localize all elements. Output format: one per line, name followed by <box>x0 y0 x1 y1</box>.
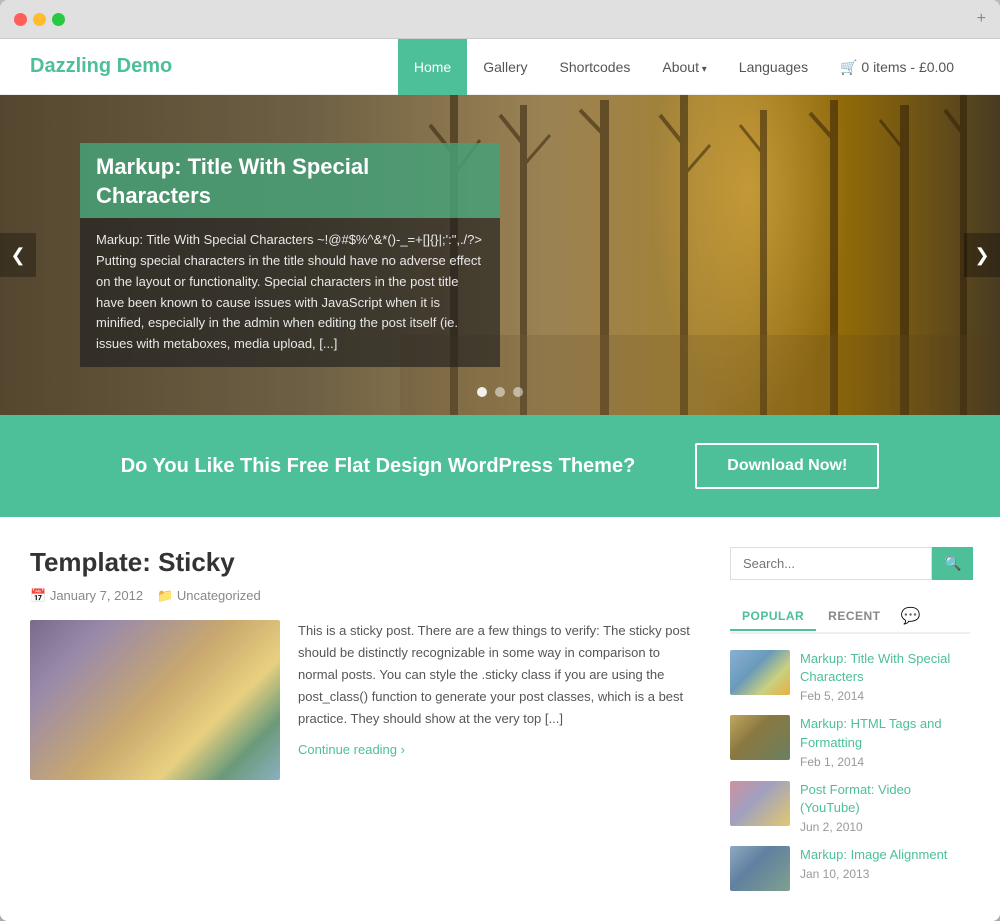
post-meta-category: 📁 Uncategorized <box>157 588 261 604</box>
comments-icon[interactable]: 💬 <box>893 600 929 632</box>
calendar-icon: 📅 <box>30 588 46 603</box>
sidebar-post-date-1: Feb 5, 2014 <box>800 689 970 703</box>
sidebar-post-date-4: Jan 10, 2013 <box>800 867 970 881</box>
site: Dazzling Demo Home Gallery Shortcodes Ab… <box>0 39 1000 921</box>
sidebar-post-date-2: Feb 1, 2014 <box>800 755 970 769</box>
browser-window: + Dazzling Demo Home Gallery Shortcodes … <box>0 0 1000 921</box>
hero-dot-3[interactable] <box>513 387 523 397</box>
nav-item-languages[interactable]: Languages <box>723 39 824 95</box>
content-area: Template: Sticky 📅 January 7, 2012 📁 Unc… <box>30 547 700 891</box>
tab-popular[interactable]: POPULAR <box>730 603 816 631</box>
search-input[interactable] <box>730 547 932 580</box>
sidebar-posts-list: Markup: Title With Special Characters Fe… <box>730 650 970 891</box>
site-logo[interactable]: Dazzling Demo <box>30 55 398 78</box>
post-body: This is a sticky post. There are a few t… <box>30 620 700 780</box>
sidebar-post-info-3: Post Format: Video (YouTube) Jun 2, 2010 <box>800 781 970 834</box>
post-excerpt: This is a sticky post. There are a few t… <box>298 620 700 730</box>
sidebar-post-info-4: Markup: Image Alignment Jan 10, 2013 <box>800 846 970 881</box>
nav-item-shortcodes[interactable]: Shortcodes <box>544 39 647 95</box>
post-thumbnail-image <box>30 620 280 780</box>
post-date: January 7, 2012 <box>50 588 143 603</box>
continue-reading-link[interactable]: Continue reading <box>298 742 405 757</box>
sidebar-post-title-4[interactable]: Markup: Image Alignment <box>800 846 970 864</box>
sidebar: 🔍 POPULAR RECENT 💬 Markup: Title With Sp… <box>730 547 970 891</box>
sidebar-post-thumb-1 <box>730 650 790 695</box>
search-box: 🔍 <box>730 547 970 580</box>
main-content: Template: Sticky 📅 January 7, 2012 📁 Unc… <box>0 517 1000 921</box>
cta-band: Do You Like This Free Flat Design WordPr… <box>0 415 1000 517</box>
dot-yellow[interactable] <box>33 13 46 26</box>
sidebar-post-thumb-2 <box>730 715 790 760</box>
hero-title: Markup: Title With Special Characters <box>96 153 484 210</box>
sidebar-post-3: Post Format: Video (YouTube) Jun 2, 2010 <box>730 781 970 834</box>
sidebar-post-title-1[interactable]: Markup: Title With Special Characters <box>800 650 970 686</box>
hero-dots <box>477 387 523 397</box>
sidebar-post-4: Markup: Image Alignment Jan 10, 2013 <box>730 846 970 891</box>
hero-slider: Markup: Title With Special Characters Ma… <box>0 95 1000 415</box>
hero-title-box: Markup: Title With Special Characters <box>80 143 500 218</box>
browser-plus-icon[interactable]: + <box>977 10 986 28</box>
sidebar-thumb-image-3 <box>730 781 790 826</box>
sidebar-post-thumb-4 <box>730 846 790 891</box>
hero-next-button[interactable]: ❯ <box>964 233 1000 277</box>
search-button[interactable]: 🔍 <box>932 547 973 580</box>
sidebar-post-info-2: Markup: HTML Tags and Formatting Feb 1, … <box>800 715 970 768</box>
sidebar-post-thumb-3 <box>730 781 790 826</box>
sidebar-tabs-bar: POPULAR RECENT 💬 <box>730 600 970 634</box>
nav-item-home[interactable]: Home <box>398 39 467 95</box>
download-now-button[interactable]: Download Now! <box>695 443 879 489</box>
sidebar-post-info-1: Markup: Title With Special Characters Fe… <box>800 650 970 703</box>
sticky-post: Template: Sticky 📅 January 7, 2012 📁 Unc… <box>30 547 700 780</box>
site-header: Dazzling Demo Home Gallery Shortcodes Ab… <box>0 39 1000 95</box>
hero-text: Markup: Title With Special Characters ~!… <box>96 230 484 355</box>
sidebar-thumb-image-1 <box>730 650 790 695</box>
sidebar-post-title-2[interactable]: Markup: HTML Tags and Formatting <box>800 715 970 751</box>
post-meta: 📅 January 7, 2012 📁 Uncategorized <box>30 588 700 604</box>
post-thumbnail <box>30 620 280 780</box>
post-title: Template: Sticky <box>30 547 700 578</box>
hero-prev-button[interactable]: ❮ <box>0 233 36 277</box>
nav-item-cart[interactable]: 🛒 0 items - £0.00 <box>824 39 970 95</box>
nav-item-about[interactable]: About <box>646 39 722 95</box>
dot-red[interactable] <box>14 13 27 26</box>
sidebar-thumb-image-2 <box>730 715 790 760</box>
sidebar-post-2: Markup: HTML Tags and Formatting Feb 1, … <box>730 715 970 768</box>
dot-green[interactable] <box>52 13 65 26</box>
hero-dot-1[interactable] <box>477 387 487 397</box>
site-nav: Home Gallery Shortcodes About Languages … <box>398 39 970 95</box>
post-text-content: This is a sticky post. There are a few t… <box>298 620 700 780</box>
sidebar-post-1: Markup: Title With Special Characters Fe… <box>730 650 970 703</box>
sidebar-thumb-image-4 <box>730 846 790 891</box>
hero-text-box: Markup: Title With Special Characters ~!… <box>80 218 500 367</box>
nav-item-gallery[interactable]: Gallery <box>467 39 543 95</box>
hero-content: Markup: Title With Special Characters Ma… <box>80 143 500 367</box>
hero-dot-2[interactable] <box>495 387 505 397</box>
cta-text: Do You Like This Free Flat Design WordPr… <box>121 455 636 478</box>
folder-icon: 📁 <box>157 588 173 603</box>
browser-chrome: + <box>0 0 1000 39</box>
browser-dots <box>14 13 65 26</box>
post-meta-date: 📅 January 7, 2012 <box>30 588 143 604</box>
sidebar-post-date-3: Jun 2, 2010 <box>800 820 970 834</box>
sidebar-post-title-3[interactable]: Post Format: Video (YouTube) <box>800 781 970 817</box>
tab-recent[interactable]: RECENT <box>816 603 892 629</box>
post-category: Uncategorized <box>177 588 261 603</box>
